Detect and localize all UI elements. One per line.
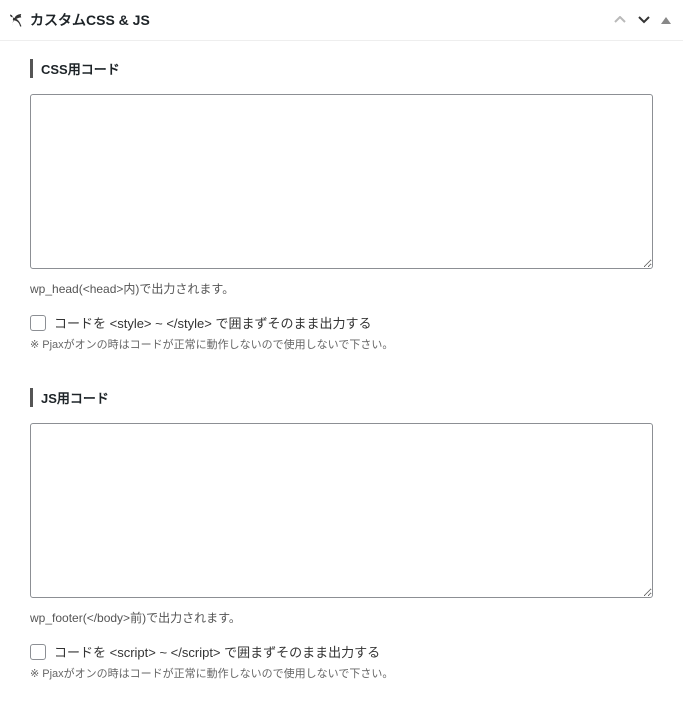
js-raw-output-checkbox[interactable]: [30, 644, 46, 660]
chevron-down-icon[interactable]: [637, 13, 651, 27]
css-raw-output-row[interactable]: コードを <style> ~ </style> で囲まずそのまま出力する: [30, 313, 653, 332]
panel-title: カスタムCSS & JS: [30, 10, 150, 30]
css-raw-output-checkbox[interactable]: [30, 315, 46, 331]
js-raw-output-row[interactable]: コードを <script> ~ </script> で囲まずそのまま出力する: [30, 642, 653, 661]
css-section: CSS用コード wp_head(<head>内)で出力されます。 コードを <s…: [30, 59, 653, 352]
panel-title-group: カスタムCSS & JS: [8, 10, 150, 30]
chevron-up-icon[interactable]: [613, 13, 627, 27]
panel-header-controls: [613, 13, 671, 27]
css-section-heading: CSS用コード: [30, 59, 653, 78]
panel-content: CSS用コード wp_head(<head>内)で出力されます。 コードを <s…: [0, 41, 683, 701]
css-help-text: wp_head(<head>内)で出力されます。: [30, 280, 653, 297]
css-code-textarea[interactable]: [30, 94, 653, 269]
leaf-icon: [8, 12, 24, 28]
js-raw-output-label: コードを <script> ~ </script> で囲まずそのまま出力する: [54, 642, 380, 661]
js-section: JS用コード wp_footer(</body>前)で出力されます。 コードを …: [30, 388, 653, 681]
panel-header: カスタムCSS & JS: [0, 0, 683, 41]
collapse-triangle-icon[interactable]: [661, 17, 671, 24]
js-help-text: wp_footer(</body>前)で出力されます。: [30, 609, 653, 626]
css-raw-output-label: コードを <style> ~ </style> で囲まずそのまま出力する: [54, 313, 371, 332]
js-code-textarea[interactable]: [30, 423, 653, 598]
js-pjax-note: ※ Pjaxがオンの時はコードが正常に動作しないので使用しないで下さい。: [30, 665, 653, 681]
css-pjax-note: ※ Pjaxがオンの時はコードが正常に動作しないので使用しないで下さい。: [30, 336, 653, 352]
js-section-heading: JS用コード: [30, 388, 653, 407]
